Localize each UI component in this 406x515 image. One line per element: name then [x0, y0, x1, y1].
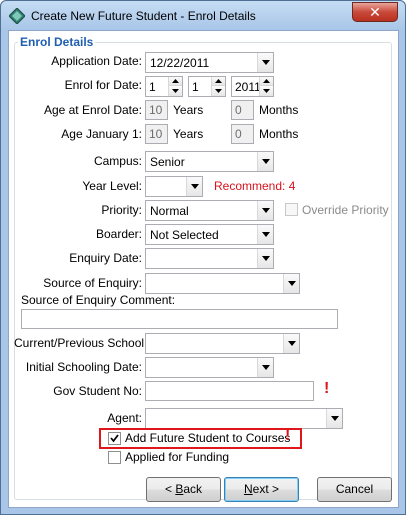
initial-schooling-date-picker[interactable]: [145, 357, 274, 378]
enrol-for-date-label: Enrol for Date:: [64, 78, 142, 92]
campus-select[interactable]: Senior: [145, 151, 274, 172]
applied-for-funding-checkbox[interactable]: [108, 451, 121, 464]
add-to-courses-label: Add Future Student to Courses: [125, 431, 291, 445]
gov-student-no-input[interactable]: [145, 381, 314, 401]
spin-up-icon[interactable]: [169, 77, 182, 86]
age-january-months-field: 0: [231, 124, 254, 144]
chevron-down-icon[interactable]: [283, 274, 299, 293]
chevron-down-icon[interactable]: [257, 152, 273, 171]
chevron-down-icon[interactable]: [257, 249, 273, 268]
campus-value: Senior: [150, 155, 185, 169]
dialog-client-area: Enrol Details Application Date: 12/22/20…: [8, 30, 399, 508]
spin-down-icon[interactable]: [169, 87, 182, 96]
spin-up-icon[interactable]: [212, 77, 225, 86]
spin-up-icon[interactable]: [260, 77, 273, 86]
enrol-day-value: 1: [149, 80, 156, 94]
enrol-month-value: 1: [192, 80, 199, 94]
chevron-down-icon[interactable]: [283, 334, 299, 353]
months-label: Months: [259, 127, 299, 141]
gov-student-no-label: Gov Student No:: [53, 384, 142, 398]
year-level-recommendation: Recommend: 4: [214, 179, 296, 193]
cancel-button[interactable]: Cancel: [317, 477, 392, 502]
agent-select[interactable]: [145, 408, 343, 429]
year-level-label: Year Level:: [82, 179, 142, 193]
close-icon: ✕: [369, 4, 381, 20]
chevron-down-icon[interactable]: [186, 177, 202, 196]
boarder-label: Boarder:: [95, 227, 142, 241]
application-date-picker[interactable]: 12/22/2011: [145, 52, 274, 73]
dialog-window: Create New Future Student - Enrol Detail…: [0, 0, 406, 515]
agent-label: Agent:: [107, 411, 142, 425]
add-to-courses-checkbox[interactable]: [108, 432, 121, 445]
next-button[interactable]: Next >: [224, 477, 299, 502]
chevron-down-icon[interactable]: [257, 225, 273, 244]
override-priority-checkbox[interactable]: [285, 203, 298, 216]
override-priority-label: Override Priority: [302, 203, 389, 217]
enquiry-date-picker[interactable]: [145, 248, 274, 269]
priority-label: Priority:: [101, 203, 142, 217]
enrol-year-value: 2011: [235, 80, 261, 94]
application-date-value: 12/22/2011: [150, 56, 210, 70]
age-january-label: Age January 1:: [61, 127, 142, 141]
initial-schooling-date-label: Initial Schooling Date:: [25, 360, 142, 374]
back-button[interactable]: < Back: [146, 477, 221, 502]
age-at-enrol-years-field: 10: [145, 100, 168, 120]
spinner-arrows: [168, 77, 182, 96]
enrol-day-spinner[interactable]: 1: [145, 76, 183, 97]
checkmark-icon: [110, 434, 119, 443]
campus-label: Campus:: [93, 154, 142, 168]
chevron-down-icon[interactable]: [257, 53, 273, 72]
applied-for-funding-label: Applied for Funding: [125, 450, 230, 464]
group-title: Enrol Details: [18, 35, 96, 49]
spin-down-icon[interactable]: [260, 87, 273, 96]
application-date-label: Application Date:: [51, 54, 142, 68]
enrol-year-spinner[interactable]: 2011: [231, 76, 274, 97]
age-at-enrol-months-field: 0: [231, 100, 254, 120]
next-button-mnemonic: N: [243, 482, 253, 496]
spinner-arrows: [211, 77, 225, 96]
enquiry-date-label: Enquiry Date:: [69, 251, 142, 265]
source-comment-label: Source of Enquiry Comment:: [21, 293, 176, 307]
chevron-down-icon[interactable]: [257, 358, 273, 377]
app-icon: [8, 7, 26, 25]
year-level-select[interactable]: [145, 176, 203, 197]
enrol-month-spinner[interactable]: 1: [188, 76, 226, 97]
age-january-years-field: 10: [145, 124, 168, 144]
boarder-select[interactable]: Not Selected: [145, 224, 274, 245]
title-bar[interactable]: Create New Future Student - Enrol Detail…: [1, 1, 405, 30]
chevron-down-icon[interactable]: [326, 409, 342, 428]
months-label: Months: [259, 103, 299, 117]
source-comment-input[interactable]: [21, 309, 338, 329]
next-button-suffix: ext >: [252, 482, 280, 496]
back-button-prefix: <: [164, 482, 176, 496]
gov-student-no-warning-icon: !: [324, 380, 330, 397]
current-school-select[interactable]: [145, 333, 300, 354]
spin-down-icon[interactable]: [212, 87, 225, 96]
years-label: Years: [173, 103, 204, 117]
add-to-courses-warning-icon: !: [285, 427, 291, 444]
spinner-arrows: [259, 77, 273, 96]
years-label: Years: [173, 127, 204, 141]
priority-value: Normal: [150, 204, 189, 218]
source-of-enquiry-select[interactable]: [145, 273, 300, 294]
back-button-suffix: ack: [183, 482, 203, 496]
priority-select[interactable]: Normal: [145, 200, 274, 221]
close-button[interactable]: ✕: [352, 2, 398, 22]
age-at-enrol-label: Age at Enrol Date:: [43, 103, 142, 117]
window-title: Create New Future Student - Enrol Detail…: [31, 9, 256, 23]
chevron-down-icon[interactable]: [257, 201, 273, 220]
source-of-enquiry-label: Source of Enquiry:: [43, 276, 142, 290]
boarder-value: Not Selected: [150, 228, 219, 242]
current-school-label: Current/Previous School:: [14, 336, 148, 350]
